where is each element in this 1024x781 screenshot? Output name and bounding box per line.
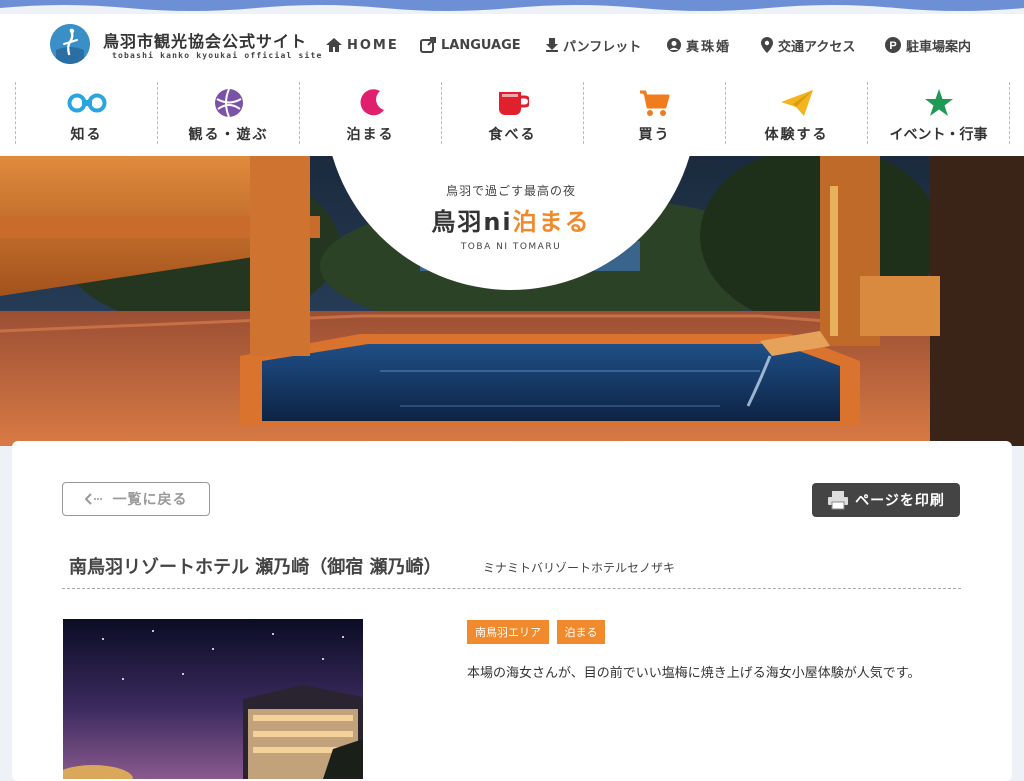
topnav-label: パンフレット: [563, 39, 642, 55]
back-to-list-button[interactable]: 一覧に戻る: [62, 482, 210, 516]
topnav-parking[interactable]: P 駐車場案内: [885, 36, 972, 55]
topnav-language[interactable]: LANGUAGE: [420, 36, 521, 54]
detail-card: 一覧に戻る ページを印刷 南鳥羽リゾートホテル 瀬乃崎（御宿 瀬乃崎） ミナミト…: [12, 441, 1012, 781]
nav-item-label: 観る・遊ぶ: [188, 127, 269, 143]
binoculars-icon: [67, 93, 106, 113]
cup-icon: [498, 92, 529, 115]
site-header: 鳥羽市観光協会公式サイト tobashi kanko kyoukai offic…: [0, 14, 1024, 78]
nav-item-label: 食べる: [488, 127, 537, 143]
back-button-label: 一覧に戻る: [112, 492, 188, 508]
site-title[interactable]: 鳥羽市観光協会公式サイト: [103, 28, 307, 52]
nav-item-experience[interactable]: 体験する: [726, 82, 867, 144]
topnav-pearl-wedding[interactable]: 真珠婚: [667, 36, 732, 55]
top-wave-decoration: [0, 0, 1024, 11]
nav-item-buy[interactable]: 買う: [584, 82, 725, 144]
nav-item-label: 知る: [70, 127, 103, 143]
title-divider: [62, 588, 961, 589]
nav-divider: [1009, 82, 1010, 144]
topnav-label: HOME: [347, 37, 399, 53]
print-page-button[interactable]: ページを印刷: [812, 483, 960, 517]
download-icon: [546, 38, 558, 52]
nav-item-know[interactable]: 知る: [16, 82, 157, 144]
moon-icon: [360, 89, 384, 116]
site-logo-icon[interactable]: [50, 24, 90, 64]
hero-title: 鳥羽ni泊まる: [325, 202, 697, 237]
nav-item-events[interactable]: イベント・行事: [868, 82, 1009, 144]
nav-item-label: 体験する: [764, 127, 829, 143]
home-icon: [326, 38, 342, 52]
printer-icon: [828, 491, 849, 510]
topnav-label: LANGUAGE: [441, 37, 521, 53]
facility-photo: [63, 619, 363, 779]
ball-icon: [214, 88, 243, 118]
person-icon: [667, 38, 681, 52]
cart-icon: [639, 90, 669, 116]
nav-item-see-play[interactable]: 観る・遊ぶ: [158, 82, 299, 144]
hero-english-title: TOBA NI TOMARU: [460, 242, 562, 252]
paper-plane-icon: [780, 90, 813, 116]
facility-description: 本場の海女さんが、目の前でいい塩梅に焼き上げる海女小屋体験が人気です。: [467, 666, 921, 681]
tag-area[interactable]: 南鳥羽エリア: [467, 620, 549, 644]
external-link-icon: [420, 37, 436, 53]
facility-name-kana: ミナミトバリゾートホテルセノザキ: [483, 561, 676, 575]
nav-item-eat[interactable]: 食べる: [442, 82, 583, 144]
nav-item-stay[interactable]: 泊まる: [300, 82, 441, 144]
hero-title-prefix: 鳥羽ni: [431, 208, 513, 236]
topnav-home[interactable]: HOME: [326, 36, 399, 54]
svg-text:P: P: [889, 40, 896, 52]
tag-category[interactable]: 泊まる: [557, 620, 605, 644]
parking-icon: P: [885, 37, 901, 53]
map-pin-icon: [761, 37, 773, 53]
hero-title-highlight: 泊まる: [512, 208, 591, 236]
topnav-pamphlet[interactable]: パンフレット: [546, 36, 642, 55]
hero-tagline: 鳥羽で過ごす最高の夜: [445, 184, 577, 198]
nav-item-label: 泊まる: [346, 127, 395, 143]
nav-item-label: イベント・行事: [889, 127, 988, 143]
print-button-label: ページを印刷: [855, 493, 945, 509]
facility-name: 南鳥羽リゾートホテル 瀬乃崎（御宿 瀬乃崎）: [69, 557, 442, 578]
topnav-label: 交通アクセス: [778, 39, 856, 55]
chevron-left-icon: [84, 493, 102, 505]
topnav-label: 駐車場案内: [906, 39, 972, 55]
site-subtitle: tobashi kanko kyoukai official site: [112, 51, 323, 60]
nav-item-label: 買う: [638, 127, 671, 143]
hero-banner: 鳥羽で過ごす最高の夜 鳥羽ni泊まる TOBA NI TOMARU: [0, 156, 1024, 446]
topnav-label: 真珠婚: [686, 39, 732, 55]
main-navigation: 知る 観る・遊ぶ 泊まる 食べる 買う 体験する イベント・行事: [0, 78, 1024, 156]
hero-title-panel: 鳥羽で過ごす最高の夜 鳥羽ni泊まる TOBA NI TOMARU: [325, 156, 697, 290]
topnav-access[interactable]: 交通アクセス: [761, 36, 856, 55]
star-icon: [924, 89, 953, 116]
